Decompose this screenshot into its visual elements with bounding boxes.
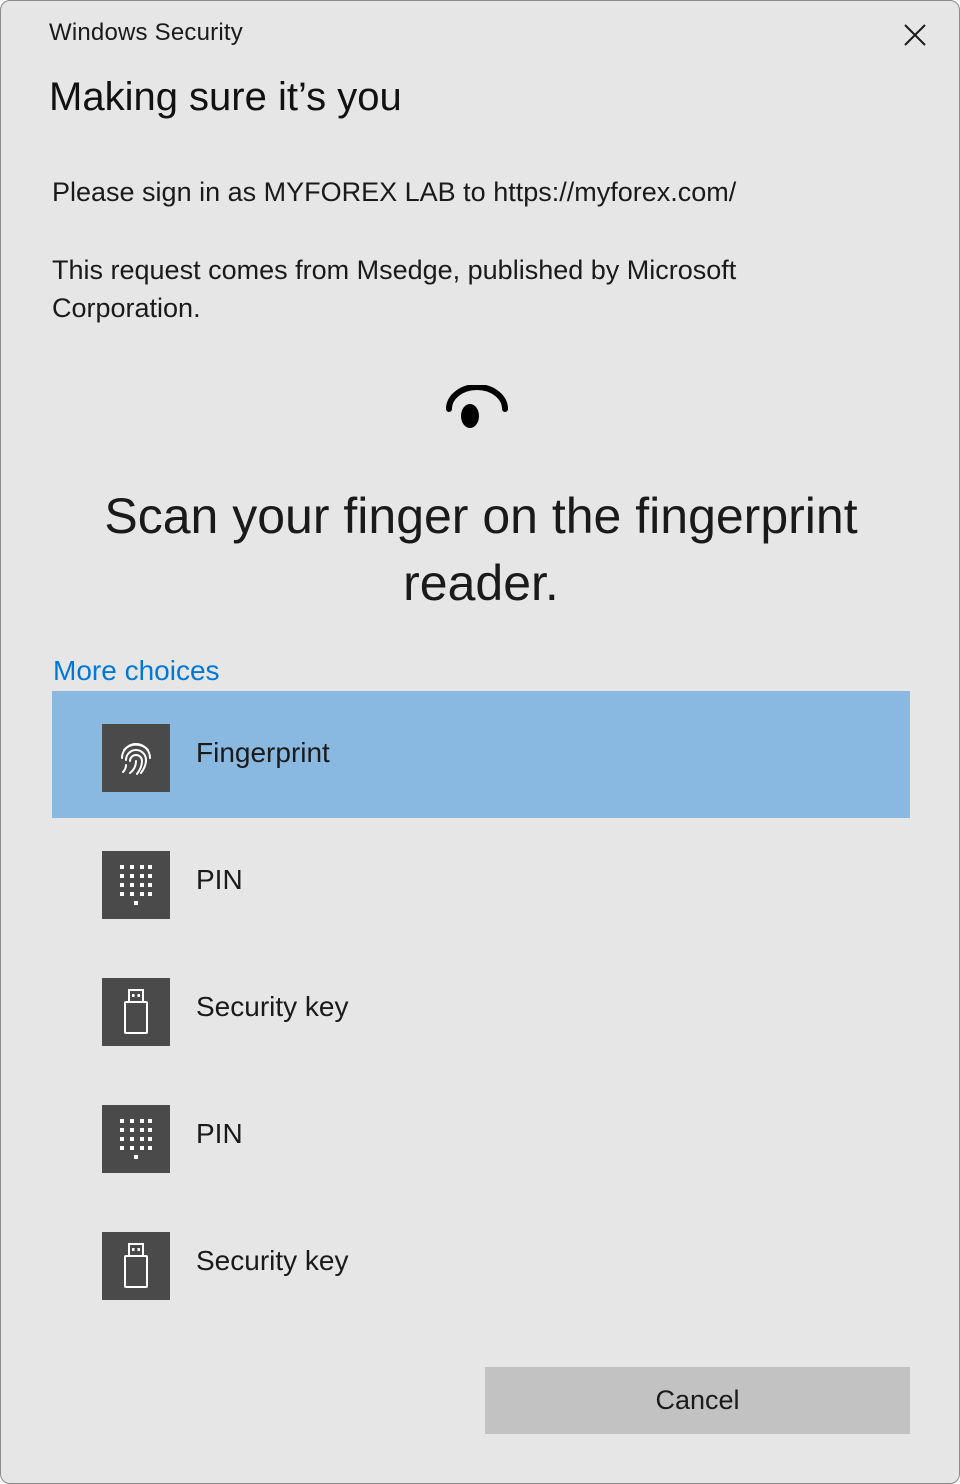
option-pin[interactable]: PIN <box>52 1072 910 1199</box>
close-button[interactable] <box>893 15 937 55</box>
sign-in-options-list: Fingerprint PIN Security key PIN Securit… <box>52 691 910 1326</box>
option-security-key[interactable]: Security key <box>52 945 910 1072</box>
cancel-button[interactable]: Cancel <box>485 1367 910 1434</box>
scan-instruction: Scan your finger on the fingerprint read… <box>104 488 858 611</box>
option-label: Fingerprint <box>196 737 330 768</box>
option-label: Security key <box>196 991 349 1022</box>
request-origin-text: This request comes from Msedge, publishe… <box>52 255 737 323</box>
option-pin[interactable]: PIN <box>52 818 910 945</box>
option-label: PIN <box>196 864 243 895</box>
window-title: Windows Security <box>49 19 243 46</box>
close-icon <box>904 24 926 46</box>
windows-security-dialog: Windows Security Making sure it’s you Pl… <box>0 0 960 1484</box>
usb-key-icon <box>102 978 170 1046</box>
fingerprint-sensor-icon <box>446 385 508 428</box>
sign-in-text: Please sign in as MYFOREX LAB to https:/… <box>52 177 737 207</box>
more-choices-link[interactable]: More choices <box>53 655 220 687</box>
option-label: Security key <box>196 1245 349 1276</box>
option-fingerprint[interactable]: Fingerprint <box>52 691 910 818</box>
keypad-icon <box>102 851 170 919</box>
option-security-key[interactable]: Security key <box>52 1199 910 1326</box>
fingerprint-icon <box>102 724 170 792</box>
dialog-heading: Making sure it’s you <box>49 75 402 119</box>
usb-key-icon <box>102 1232 170 1300</box>
option-label: PIN <box>196 1118 243 1149</box>
keypad-icon <box>102 1105 170 1173</box>
